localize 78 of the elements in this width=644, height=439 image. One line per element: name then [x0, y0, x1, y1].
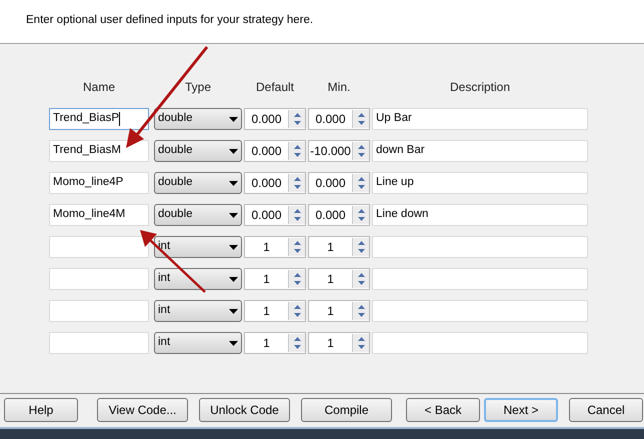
- dialog-button[interactable]: < Back: [406, 398, 480, 422]
- column-header: Type: [184, 79, 211, 96]
- text-cursor: [119, 112, 120, 126]
- caret-icon: [229, 148, 238, 154]
- caret-icon: [229, 212, 238, 218]
- column-header: Description: [450, 79, 510, 96]
- spin-buttons[interactable]: [288, 206, 305, 224]
- type-dropdown[interactable]: double: [154, 172, 242, 194]
- spin-buttons[interactable]: [288, 302, 305, 320]
- name-field[interactable]: Momo_line4M: [49, 204, 149, 226]
- description-field[interactable]: [372, 332, 588, 354]
- description-field[interactable]: [372, 268, 588, 290]
- name-field[interactable]: [49, 268, 149, 290]
- caret-icon: [229, 180, 238, 186]
- type-dropdown[interactable]: int: [154, 268, 242, 290]
- name-field[interactable]: [49, 236, 149, 258]
- number-field[interactable]: 1: [308, 268, 370, 290]
- dialog-button[interactable]: View Code...: [97, 398, 188, 422]
- number-field[interactable]: -10.000: [308, 140, 370, 162]
- type-dropdown[interactable]: int: [154, 236, 242, 258]
- spin-buttons[interactable]: [288, 142, 305, 160]
- dialog-button[interactable]: Next >: [484, 398, 558, 422]
- spin-buttons[interactable]: [352, 206, 369, 224]
- caret-icon: [229, 276, 238, 282]
- dialog-button[interactable]: Cancel: [569, 398, 643, 422]
- description-field[interactable]: Line down: [372, 204, 588, 226]
- name-field[interactable]: Trend_BiasM: [49, 140, 149, 162]
- number-field[interactable]: 1: [244, 268, 306, 290]
- column-header: Min.: [328, 79, 350, 96]
- name-field[interactable]: [49, 332, 149, 354]
- spin-buttons[interactable]: [352, 334, 369, 352]
- number-field[interactable]: 0.000: [244, 108, 306, 130]
- caret-icon: [229, 340, 238, 346]
- type-dropdown[interactable]: int: [154, 300, 242, 322]
- spin-buttons[interactable]: [352, 238, 369, 256]
- name-field[interactable]: Trend_BiasP: [49, 108, 149, 130]
- description-field[interactable]: down Bar: [372, 140, 588, 162]
- spin-buttons[interactable]: [352, 302, 369, 320]
- spin-buttons[interactable]: [288, 238, 305, 256]
- spin-buttons[interactable]: [288, 334, 305, 352]
- name-field[interactable]: Momo_line4P: [49, 172, 149, 194]
- description-field[interactable]: [372, 236, 588, 258]
- number-field[interactable]: 1: [308, 236, 370, 258]
- number-field[interactable]: 0.000: [308, 172, 370, 194]
- column-header: Default: [256, 79, 294, 96]
- column-header: Name: [82, 79, 115, 96]
- number-field[interactable]: 1: [308, 300, 370, 322]
- caret-icon: [229, 116, 238, 122]
- name-field[interactable]: [49, 300, 149, 322]
- dialog-button[interactable]: Unlock Code: [199, 398, 290, 422]
- spin-buttons[interactable]: [352, 110, 369, 128]
- spin-buttons[interactable]: [288, 270, 305, 288]
- spin-buttons[interactable]: [288, 174, 305, 192]
- number-field[interactable]: 0.000: [308, 108, 370, 130]
- number-field[interactable]: 1: [244, 236, 306, 258]
- type-dropdown[interactable]: double: [154, 108, 242, 130]
- spin-buttons[interactable]: [288, 110, 305, 128]
- number-field[interactable]: 1: [244, 300, 306, 322]
- description-field[interactable]: [372, 300, 588, 322]
- dialog-button[interactable]: Help: [4, 398, 78, 422]
- dialog-button[interactable]: Compile: [301, 398, 392, 422]
- number-field[interactable]: 0.000: [244, 172, 306, 194]
- spin-buttons[interactable]: [352, 270, 369, 288]
- spin-buttons[interactable]: [352, 142, 369, 160]
- number-field[interactable]: 0.000: [244, 140, 306, 162]
- description-field[interactable]: Line up: [372, 172, 588, 194]
- caret-icon: [229, 308, 238, 314]
- number-field[interactable]: 1: [244, 332, 306, 354]
- type-dropdown[interactable]: double: [154, 204, 242, 226]
- spin-buttons[interactable]: [352, 174, 369, 192]
- number-field[interactable]: 1: [308, 332, 370, 354]
- number-field[interactable]: 0.000: [244, 204, 306, 226]
- header-subtitle: Enter optional user defined inputs for your strategy here.: [26, 14, 314, 26]
- type-dropdown[interactable]: double: [154, 140, 242, 162]
- number-field[interactable]: 0.000: [308, 204, 370, 226]
- description-field[interactable]: Up Bar: [372, 108, 588, 130]
- caret-icon: [229, 244, 238, 250]
- type-dropdown[interactable]: int: [154, 332, 242, 354]
